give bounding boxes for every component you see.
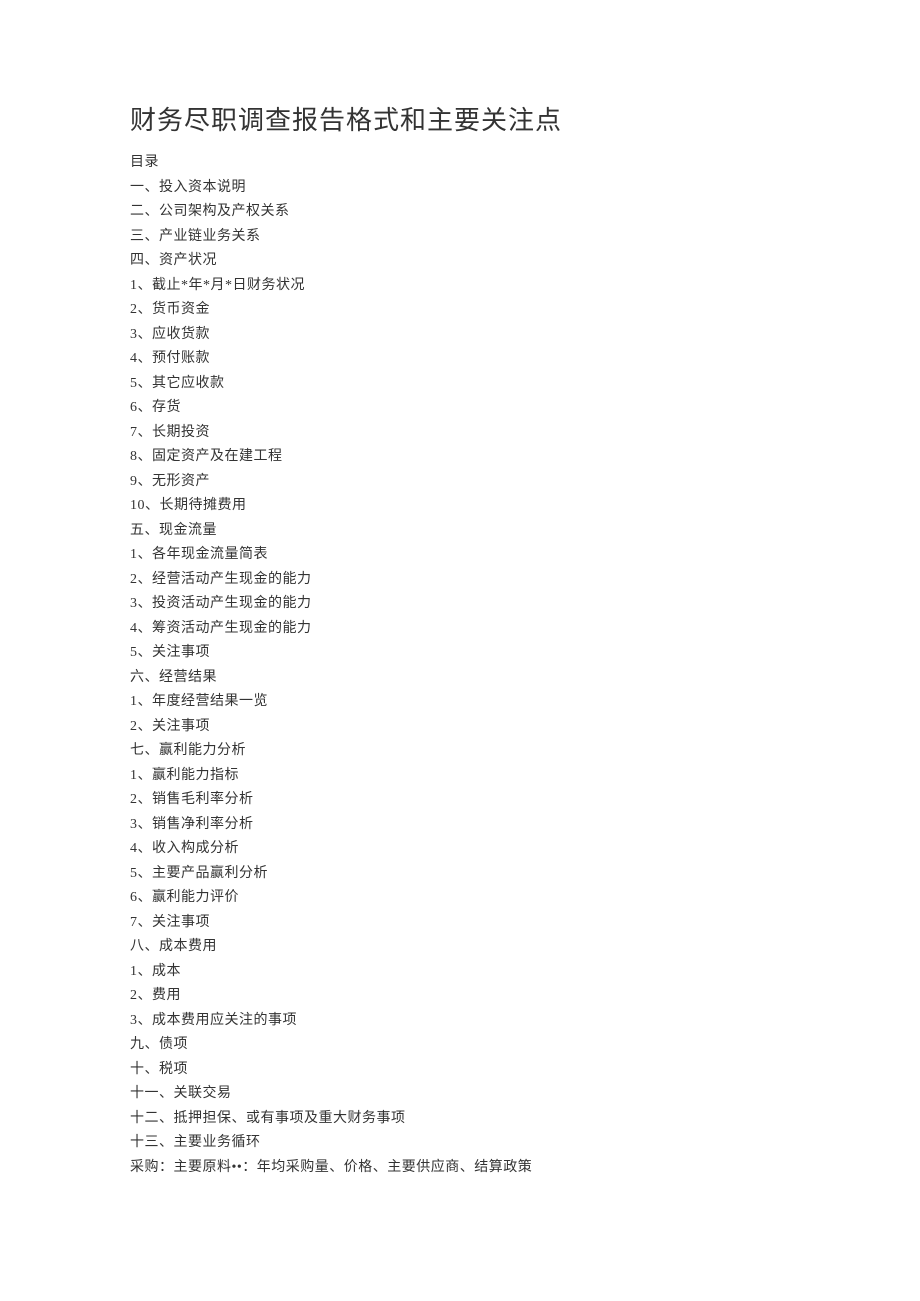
document-title: 财务尽职调查报告格式和主要关注点 xyxy=(130,100,790,137)
toc-item: 九、债项 xyxy=(130,1033,790,1058)
toc-item: 3、销售净利率分析 xyxy=(130,813,790,838)
toc-item: 9、无形资产 xyxy=(130,470,790,495)
toc-item: 8、固定资产及在建工程 xyxy=(130,445,790,470)
toc-item: 3、应收货款 xyxy=(130,323,790,348)
toc-item: 4、收入构成分析 xyxy=(130,837,790,862)
toc-item: 2、费用 xyxy=(130,984,790,1009)
toc-item: 3、成本费用应关注的事项 xyxy=(130,1009,790,1034)
toc-item: 5、主要产品赢利分析 xyxy=(130,862,790,887)
toc-item: 5、其它应收款 xyxy=(130,372,790,397)
toc-item: 二、公司架构及产权关系 xyxy=(130,200,790,225)
toc-item: 十、税项 xyxy=(130,1058,790,1083)
toc-item: 1、年度经营结果一览 xyxy=(130,690,790,715)
toc-item: 四、资产状况 xyxy=(130,249,790,274)
toc-item: 六、经营结果 xyxy=(130,666,790,691)
toc-item: 十一、关联交易 xyxy=(130,1082,790,1107)
toc-item: 7、长期投资 xyxy=(130,421,790,446)
toc-item: 5、关注事项 xyxy=(130,641,790,666)
toc-item: 4、筹资活动产生现金的能力 xyxy=(130,617,790,642)
toc-item: 3、投资活动产生现金的能力 xyxy=(130,592,790,617)
toc-item: 2、货币资金 xyxy=(130,298,790,323)
toc-item: 2、经营活动产生现金的能力 xyxy=(130,568,790,593)
toc-item: 1、截止*年*月*日财务状况 xyxy=(130,274,790,299)
toc-item: 十二、抵押担保、或有事项及重大财务事项 xyxy=(130,1107,790,1132)
toc-item: 一、投入资本说明 xyxy=(130,176,790,201)
toc-item: 目录 xyxy=(130,151,790,176)
toc-item: 2、关注事项 xyxy=(130,715,790,740)
toc-item: 10、长期待摊费用 xyxy=(130,494,790,519)
toc-item: 采购：主要原料••：年均采购量、价格、主要供应商、结算政策 xyxy=(130,1156,790,1181)
toc-item: 4、预付账款 xyxy=(130,347,790,372)
toc-item: 1、各年现金流量简表 xyxy=(130,543,790,568)
toc-item: 七、赢利能力分析 xyxy=(130,739,790,764)
toc-item: 6、存货 xyxy=(130,396,790,421)
toc-item: 2、销售毛利率分析 xyxy=(130,788,790,813)
toc-item: 1、成本 xyxy=(130,960,790,985)
toc-item: 6、赢利能力评价 xyxy=(130,886,790,911)
toc-item: 十三、主要业务循环 xyxy=(130,1131,790,1156)
toc-item: 1、赢利能力指标 xyxy=(130,764,790,789)
toc-item: 五、现金流量 xyxy=(130,519,790,544)
toc-item: 三、产业链业务关系 xyxy=(130,225,790,250)
toc-item: 7、关注事项 xyxy=(130,911,790,936)
toc-item: 八、成本费用 xyxy=(130,935,790,960)
